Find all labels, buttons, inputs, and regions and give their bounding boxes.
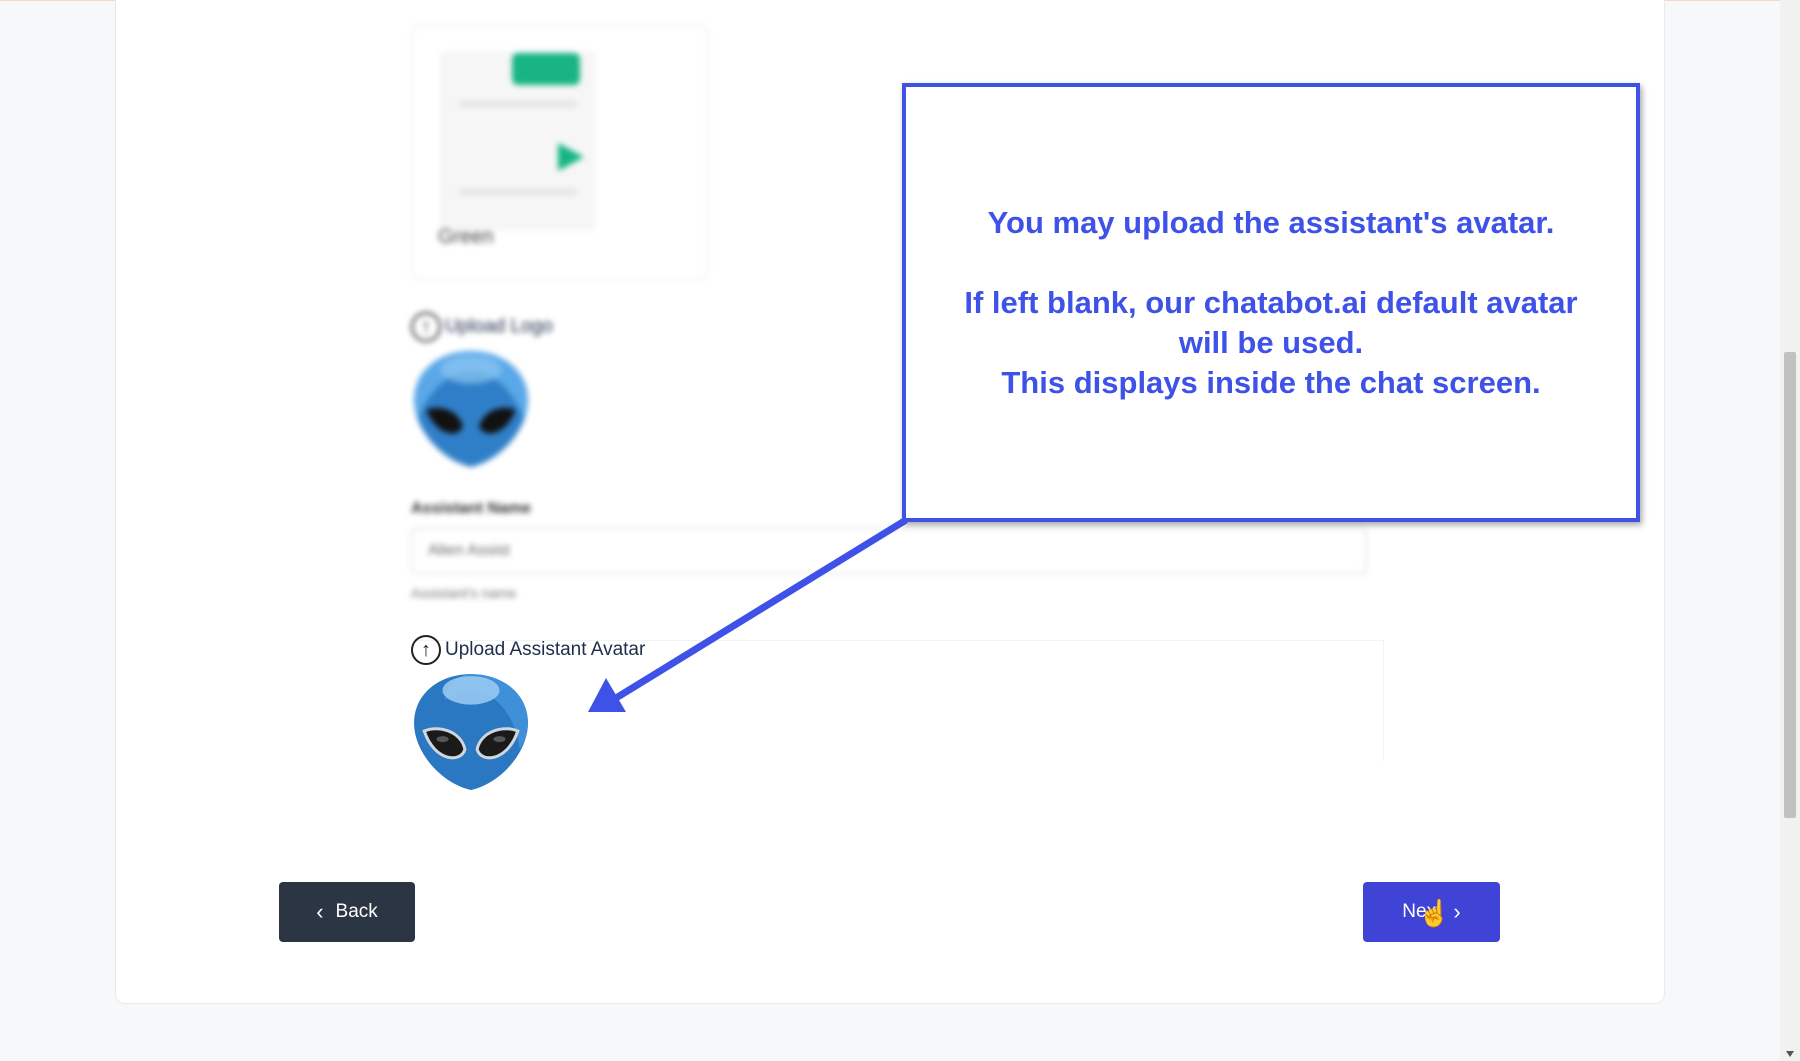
assistant-name-help: Assistant's name: [411, 585, 517, 601]
preview-line: [458, 189, 578, 195]
scroll-down-icon[interactable]: [1786, 1051, 1794, 1057]
chevron-left-icon: ‹: [316, 899, 324, 924]
upload-logo-button[interactable]: ↑ Upload Logo: [411, 312, 553, 342]
theme-preview: [440, 51, 595, 231]
logo-avatar-icon: [414, 351, 528, 467]
hand-pointer-icon: ☝: [1418, 898, 1451, 928]
tooltip-callout: You may upload the assistant's avatar. I…: [902, 83, 1640, 522]
upload-icon: ↑: [411, 312, 441, 342]
assistant-name-label: Assistant Name: [411, 500, 532, 517]
assistant-avatar-icon: [414, 674, 528, 790]
callout-line-2: If left blank, our chatabot.ai default a…: [964, 284, 1578, 320]
callout-line-1: You may upload the assistant's avatar.: [987, 204, 1555, 240]
theme-name: Green: [438, 226, 494, 248]
callout-line-3: will be used.: [1178, 324, 1364, 360]
preview-line: [458, 101, 578, 107]
assistant-name-input[interactable]: [411, 528, 1367, 574]
callout-line-4: This displays inside the chat screen.: [1001, 364, 1541, 400]
upload-avatar-button[interactable]: ↑ Upload Assistant Avatar: [411, 635, 645, 665]
send-icon: [558, 143, 584, 171]
scrollbar[interactable]: [1780, 0, 1800, 1061]
upload-avatar-label: Upload Assistant Avatar: [445, 639, 646, 660]
back-button[interactable]: ‹ Back: [279, 882, 415, 942]
theme-option-card[interactable]: Green: [411, 25, 708, 280]
back-label: Back: [335, 901, 378, 922]
upload-icon: ↑: [411, 635, 441, 665]
upload-logo-label: Upload Logo: [445, 316, 553, 337]
preview-header: [512, 53, 580, 85]
chevron-right-icon: ›: [1453, 899, 1461, 924]
scrollbar-thumb[interactable]: [1784, 352, 1796, 818]
